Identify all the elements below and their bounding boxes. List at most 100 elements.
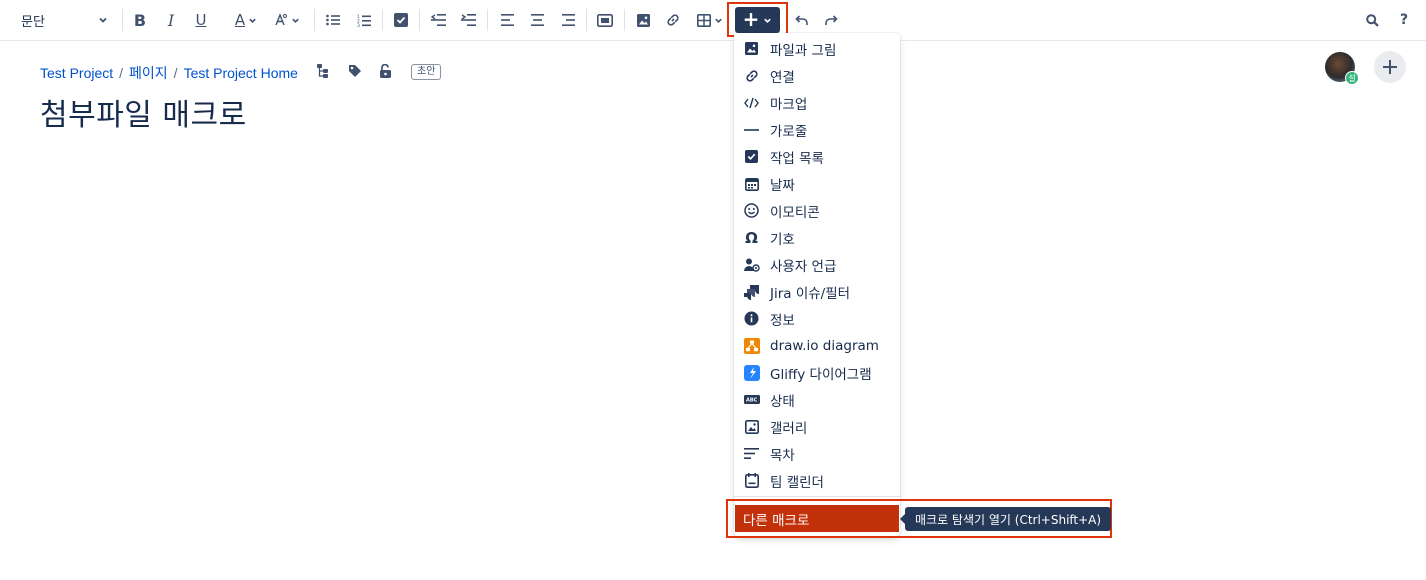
task-button[interactable] xyxy=(392,7,410,33)
menu-item-label: 목차 xyxy=(770,447,795,464)
indent-button[interactable] xyxy=(459,7,477,33)
layout-icon xyxy=(597,13,613,27)
restrictions-button[interactable] xyxy=(379,64,392,78)
toolbar-divider xyxy=(314,9,315,31)
insert-link-button[interactable] xyxy=(664,7,682,33)
menu-item-date[interactable]: 날짜 xyxy=(734,170,900,197)
align-center-icon xyxy=(530,14,544,26)
bullet-list-icon xyxy=(326,14,340,26)
labels-button[interactable] xyxy=(348,64,362,78)
menu-item-label: 팀 캘린더 xyxy=(770,474,824,491)
breadcrumb-space-link[interactable]: Test Project xyxy=(40,65,113,81)
code-icon xyxy=(743,94,760,111)
page-layout-button[interactable] xyxy=(595,7,615,33)
menu-item-info[interactable]: 정보 xyxy=(734,305,900,332)
align-center-button[interactable] xyxy=(528,7,546,33)
underline-button[interactable]: U xyxy=(192,7,210,33)
gliffy-icon xyxy=(743,364,760,381)
more-formatting-button[interactable] xyxy=(270,7,304,33)
menu-item-label: 날짜 xyxy=(770,177,795,194)
task-icon xyxy=(394,13,408,27)
toc-icon xyxy=(743,445,760,462)
clear-format-icon xyxy=(275,13,287,26)
avatar-presence-badge: 설 xyxy=(1345,71,1359,85)
chevron-down-icon xyxy=(292,18,299,23)
menu-item-label: 갤러리 xyxy=(770,420,808,437)
menu-item-label: Jira 이슈/필터 xyxy=(770,285,851,302)
align-left-button[interactable] xyxy=(498,7,516,33)
menu-item-mention[interactable]: 사용자 언급 xyxy=(734,251,900,278)
macro-browser-tooltip: 매크로 탐색기 열기 (Ctrl+Shift+A) xyxy=(899,507,1112,531)
unlock-icon xyxy=(380,64,391,78)
menu-item-label: Gliffy 다이어그램 xyxy=(770,366,872,383)
info-icon xyxy=(743,310,760,327)
omega-icon: Ω xyxy=(745,228,758,247)
menu-item-label: 파일과 그림 xyxy=(770,42,837,59)
breadcrumb-separator: / xyxy=(119,65,124,81)
menu-item-drawio[interactable]: draw.io diagram xyxy=(734,332,900,359)
menu-item-label: 기호 xyxy=(770,231,795,248)
toolbar-divider xyxy=(382,9,383,31)
breadcrumb-pages-link[interactable]: 페이지 xyxy=(129,63,168,83)
toolbar-divider xyxy=(122,9,123,31)
menu-item-team-calendar[interactable]: 팀 캘린더 xyxy=(734,467,900,494)
bullet-list-button[interactable] xyxy=(324,7,342,33)
invite-collaborator-button[interactable] xyxy=(1374,51,1406,83)
undo-icon xyxy=(794,14,808,25)
menu-item-markup[interactable]: 마크업 xyxy=(734,89,900,116)
menu-item-files-images[interactable]: 파일과 그림 xyxy=(734,35,900,62)
search-icon xyxy=(1365,13,1379,27)
menu-item-label: 정보 xyxy=(770,312,795,329)
insert-table-button[interactable] xyxy=(693,7,727,33)
menu-item-status[interactable]: ABC 상태 xyxy=(734,386,900,413)
gallery-icon xyxy=(743,418,760,435)
redo-icon xyxy=(824,14,838,25)
menu-item-label: 가로줄 xyxy=(770,123,808,140)
insert-image-button[interactable] xyxy=(634,7,652,33)
page-tree-button[interactable] xyxy=(317,64,329,78)
paragraph-style-select[interactable]: 문단 xyxy=(14,7,114,33)
tag-icon xyxy=(349,65,361,77)
menu-item-symbol[interactable]: Ω 기호 xyxy=(734,224,900,251)
help-icon: ? xyxy=(1399,12,1409,28)
align-right-button[interactable] xyxy=(559,7,577,33)
horizontal-rule-icon xyxy=(743,121,760,138)
table-icon xyxy=(697,13,711,27)
numbered-list-icon: 123 xyxy=(357,14,371,27)
menu-item-gliffy[interactable]: Gliffy 다이어그램 xyxy=(734,359,900,386)
drawio-icon xyxy=(743,337,760,354)
menu-item-jira[interactable]: Jira 이슈/필터 xyxy=(734,278,900,305)
chevron-down-icon xyxy=(99,17,107,23)
bold-button[interactable]: B xyxy=(131,7,149,33)
page-title[interactable]: 첨부파일 매크로 xyxy=(40,90,247,134)
menu-item-toc[interactable]: 목차 xyxy=(734,440,900,467)
menu-item-emoticon[interactable]: 이모티콘 xyxy=(734,197,900,224)
undo-button[interactable] xyxy=(792,7,810,33)
menu-item-horizontal-rule[interactable]: 가로줄 xyxy=(734,116,900,143)
chevron-down-icon xyxy=(249,18,256,23)
bold-icon: B xyxy=(133,10,147,30)
indent-icon xyxy=(460,14,476,26)
menu-item-link[interactable]: 연결 xyxy=(734,62,900,89)
menu-item-task-list[interactable]: 작업 목록 xyxy=(734,143,900,170)
text-color-button[interactable]: A xyxy=(229,7,263,33)
image-icon xyxy=(636,13,650,27)
menu-item-label: 이모티콘 xyxy=(770,204,820,221)
italic-icon: I xyxy=(167,10,175,30)
breadcrumb: Test Project / 페이지 / Test Project Home xyxy=(40,63,298,83)
avatar[interactable]: 설 xyxy=(1325,52,1359,85)
find-replace-button[interactable] xyxy=(1363,7,1381,33)
menu-item-gallery[interactable]: 갤러리 xyxy=(734,413,900,440)
emoji-icon xyxy=(743,202,760,219)
menu-item-label: 마크업 xyxy=(770,96,808,113)
italic-button[interactable]: I xyxy=(162,7,180,33)
toolbar-divider xyxy=(419,9,420,31)
outdent-button[interactable] xyxy=(429,7,447,33)
plus-icon xyxy=(1383,60,1397,74)
menu-divider xyxy=(734,496,900,497)
breadcrumb-parent-link[interactable]: Test Project Home xyxy=(184,65,298,81)
align-right-icon xyxy=(561,14,575,26)
help-button[interactable]: ? xyxy=(1395,7,1413,33)
redo-button[interactable] xyxy=(822,7,840,33)
numbered-list-button[interactable]: 123 xyxy=(355,7,373,33)
